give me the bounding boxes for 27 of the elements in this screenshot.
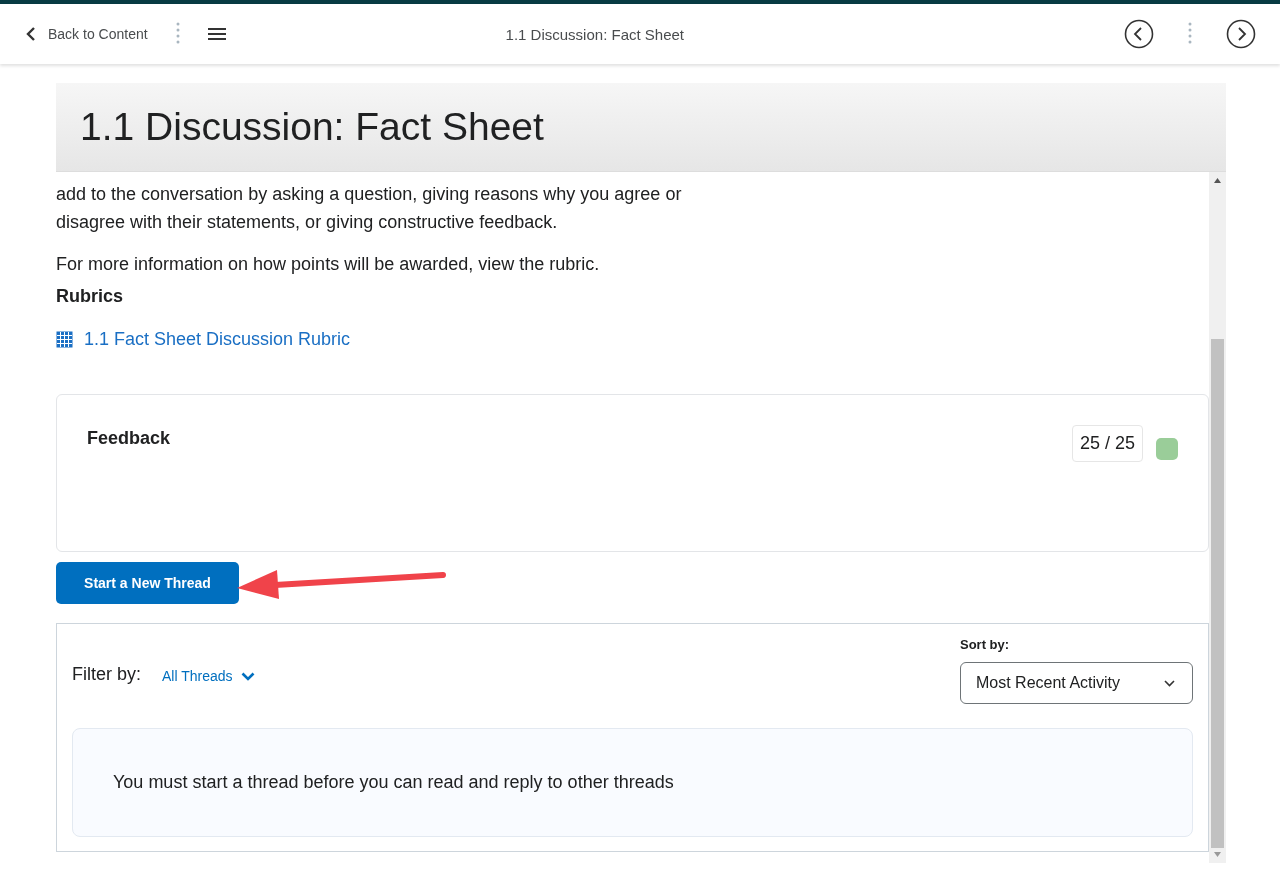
chevron-down-icon xyxy=(240,671,255,681)
scroll-up-icon[interactable] xyxy=(1214,178,1221,183)
rubrics-heading: Rubrics xyxy=(56,286,125,307)
paragraph: add to the conversation by asking a question, giving reasons why you agree or disagree with their statements, or giving constructive feedback. xyxy=(56,183,683,234)
start-thread-button[interactable]: Start a New Thread xyxy=(56,562,239,604)
chevron-down-icon xyxy=(1164,679,1175,687)
rubric-link[interactable]: 1.1 Fact Sheet Discussion Rubric xyxy=(84,329,351,350)
scrollbar[interactable] xyxy=(1209,172,1226,863)
back-link[interactable]: Back to Content xyxy=(26,26,148,42)
score-field: 25 / 25 xyxy=(1071,425,1143,462)
previous-icon[interactable] xyxy=(1124,19,1154,49)
grade-status-icon xyxy=(1156,438,1178,460)
page-title: 1.1 Discussion: Fact Sheet xyxy=(80,105,544,149)
feedback-heading: Feedback xyxy=(87,428,172,449)
sort-select[interactable]: Most Recent Activity xyxy=(960,662,1193,704)
separator-dots-icon xyxy=(1188,22,1192,46)
page-header-title: 1.1 Discussion: Fact Sheet xyxy=(504,25,685,43)
filter-label: Filter by: xyxy=(72,664,141,685)
next-icon[interactable] xyxy=(1226,19,1256,49)
filter-dropdown[interactable]: All Threads xyxy=(162,668,960,684)
sort-label: Sort by: xyxy=(960,637,1011,652)
paragraph: For more information on how points will be awarded, view the rubric. xyxy=(56,253,601,276)
separator-dots-icon xyxy=(175,22,180,46)
grid-icon xyxy=(56,331,73,348)
chevron-left-icon xyxy=(26,27,36,41)
notice-message: You must start a thread before you can read and reply to other threads xyxy=(72,728,1193,837)
menu-icon[interactable] xyxy=(207,27,226,41)
